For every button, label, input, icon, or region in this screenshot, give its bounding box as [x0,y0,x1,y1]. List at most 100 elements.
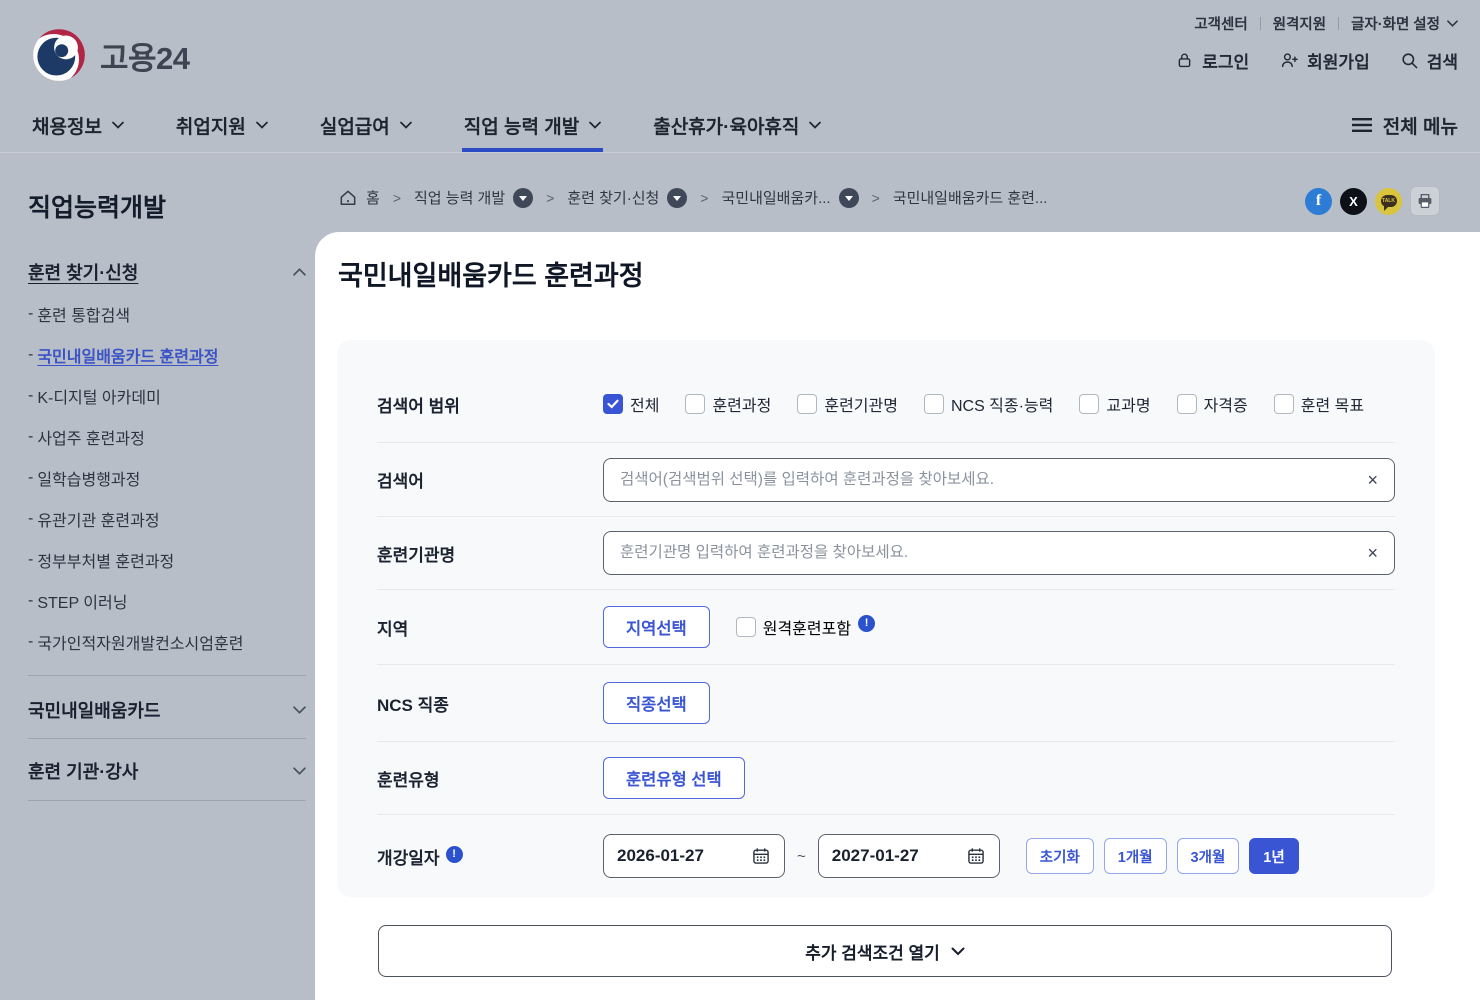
remote-training-checkbox[interactable]: 원격훈련포함 ! [736,615,875,639]
date-1month-button[interactable]: 1개월 [1104,838,1167,874]
sidebar-item-label: 국민내일배움카드 훈련과정 [37,343,218,367]
utility-bar: 고객센터 원격지원 글자·화면 설정 [1194,13,1458,34]
sidebar-item-integrated-search[interactable]: -훈련 통합검색 [28,293,306,334]
login-label: 로그인 [1202,48,1249,73]
dash: - [28,592,33,610]
date-from-value: 2026-01-27 [617,846,704,866]
nav-item-vocational-development[interactable]: 직업 능력 개발 [464,98,601,152]
breadcrumb-dropdown-icon[interactable] [667,188,687,208]
signup-button[interactable]: 회원가입 [1279,48,1370,73]
checkbox-subject[interactable]: 교과명 [1079,392,1150,416]
nav-item-unemployment-benefit[interactable]: 실업급여 [320,98,412,152]
sidebar-item-step-elearning[interactable]: -STEP 이러닝 [28,580,306,621]
more-search-conditions-button[interactable]: 추가 검색조건 열기 [378,925,1392,977]
sidebar-item-tomorrow-card-courses[interactable]: -국민내일배움카드 훈련과정 [28,334,306,375]
printer-icon [1416,192,1434,210]
checkbox-icon [924,394,944,414]
region-select-button[interactable]: 지역선택 [603,606,710,648]
sidebar-item-gov-dept-courses[interactable]: -정부부처별 훈련과정 [28,539,306,580]
date-3month-button[interactable]: 3개월 [1177,838,1240,874]
breadcrumb-item[interactable]: 훈련 찾기·신청 [567,187,687,208]
breadcrumb-dropdown-icon[interactable] [839,188,859,208]
breadcrumb: 홈 > 직업 능력 개발 > 훈련 찾기·신청 > 국민내일배움카... > 국… [338,187,1047,208]
checkbox-course[interactable]: 훈련과정 [685,392,771,416]
chevron-down-icon [809,121,821,129]
sidebar-item-work-study[interactable]: -일학습병행과정 [28,457,306,498]
training-type-select-button[interactable]: 훈련유형 선택 [603,757,745,799]
nav-item-recruit[interactable]: 채용정보 [32,98,124,152]
sidebar-item-label: 일학습병행과정 [37,466,140,490]
institution-input-wrap: × [603,531,1395,575]
checkbox-label: 훈련과정 [712,392,771,416]
chevron-down-icon [951,947,965,956]
search-label: 검색 [1427,48,1458,73]
date-from-input[interactable]: 2026-01-27 [603,834,785,878]
keyword-input-wrap: × [603,458,1395,502]
checkbox-icon [1274,394,1294,414]
breadcrumb-separator: > [700,190,708,206]
date-1year-button[interactable]: 1년 [1249,838,1298,874]
facebook-share-icon[interactable]: f [1305,188,1332,215]
customer-center-link[interactable]: 고객센터 [1194,13,1247,34]
form-row-start-date: 개강일자 ! 2026-01-27 ~ 2027-01-27 [377,815,1395,897]
sidebar-item-related-org-courses[interactable]: -유관기관 훈련과정 [28,498,306,539]
checkbox-label: 전체 [630,392,659,416]
keyword-input[interactable] [620,471,1355,489]
kakaotalk-share-icon[interactable]: TALK [1375,188,1402,215]
checkbox-institution[interactable]: 훈련기관명 [797,392,898,416]
sidebar-item-k-digital[interactable]: -K-디지털 아카데미 [28,375,306,416]
info-icon[interactable]: ! [446,846,463,863]
clear-icon[interactable]: × [1367,544,1378,562]
display-settings-link[interactable]: 글자·화면 설정 [1351,13,1458,34]
sidebar-item-nhrd-consortium[interactable]: -국가인적자원개발컨소시엄훈련 [28,621,306,662]
chevron-down-icon [293,706,306,714]
checkbox-certificate[interactable]: 자격증 [1177,392,1248,416]
sidebar-item-employer-courses[interactable]: -사업주 훈련과정 [28,416,306,457]
x-share-icon[interactable]: X [1340,188,1367,215]
sidebar-item-label: 사업주 훈련과정 [37,425,145,449]
checkbox-icon [1079,394,1099,414]
login-button[interactable]: 로그인 [1175,48,1249,73]
remote-support-link[interactable]: 원격지원 [1273,13,1326,34]
breadcrumb-dropdown-icon[interactable] [513,188,533,208]
date-range-tilde: ~ [797,848,806,865]
all-menu-button[interactable]: 전체 메뉴 [1352,98,1458,152]
checkbox-goal[interactable]: 훈련 목표 [1274,392,1364,416]
sidebar-section-training-search[interactable]: 훈련 찾기·신청 [28,259,306,285]
breadcrumb-home[interactable]: 홈 [338,187,380,208]
date-reset-button[interactable]: 초기화 [1026,838,1094,874]
sidebar-section-tomorrow-card[interactable]: 국민내일배움카드 [28,695,306,725]
content-panel: 국민내일배움카드 훈련과정 검색어 범위 전체 훈련과정 [315,232,1480,1000]
calendar-icon[interactable] [966,846,986,866]
dash: - [28,387,33,405]
ncs-select-button[interactable]: 직종선택 [603,682,710,724]
checkbox-icon [797,394,817,414]
info-icon[interactable]: ! [858,615,875,632]
chevron-down-icon [400,121,412,129]
nav-label: 실업급여 [320,112,390,139]
form-row-scope: 검색어 범위 전체 훈련과정 훈련기관명 [377,366,1395,443]
breadcrumb-label: 직업 능력 개발 [414,187,505,208]
nav-label: 취업지원 [176,112,246,139]
person-plus-icon [1279,51,1299,70]
nav-item-parental-leave[interactable]: 출산휴가·육아휴직 [653,98,821,152]
checkbox-icon [1177,394,1197,414]
breadcrumb-item[interactable]: 국민내일배움카... [721,187,858,208]
display-settings-label: 글자·화면 설정 [1351,13,1440,34]
breadcrumb-item[interactable]: 직업 능력 개발 [414,187,533,208]
checkbox-icon [685,394,705,414]
nav-item-employment-support[interactable]: 취업지원 [176,98,268,152]
sidebar-section-training-org-instructor[interactable]: 훈련 기관·강사 [28,756,306,786]
clear-icon[interactable]: × [1367,471,1378,489]
site-logo[interactable]: 고용24 [32,28,190,82]
calendar-icon[interactable] [751,846,771,866]
print-button[interactable] [1410,186,1440,216]
institution-input[interactable] [620,544,1355,562]
chevron-down-icon [293,767,306,775]
date-to-input[interactable]: 2027-01-27 [818,834,1000,878]
checkbox-ncs[interactable]: NCS 직종·능력 [924,392,1053,416]
checkbox-all[interactable]: 전체 [603,392,659,416]
search-form-card: 검색어 범위 전체 훈련과정 훈련기관명 [337,340,1435,897]
search-button[interactable]: 검색 [1400,48,1458,73]
chevron-down-icon [1447,20,1458,27]
